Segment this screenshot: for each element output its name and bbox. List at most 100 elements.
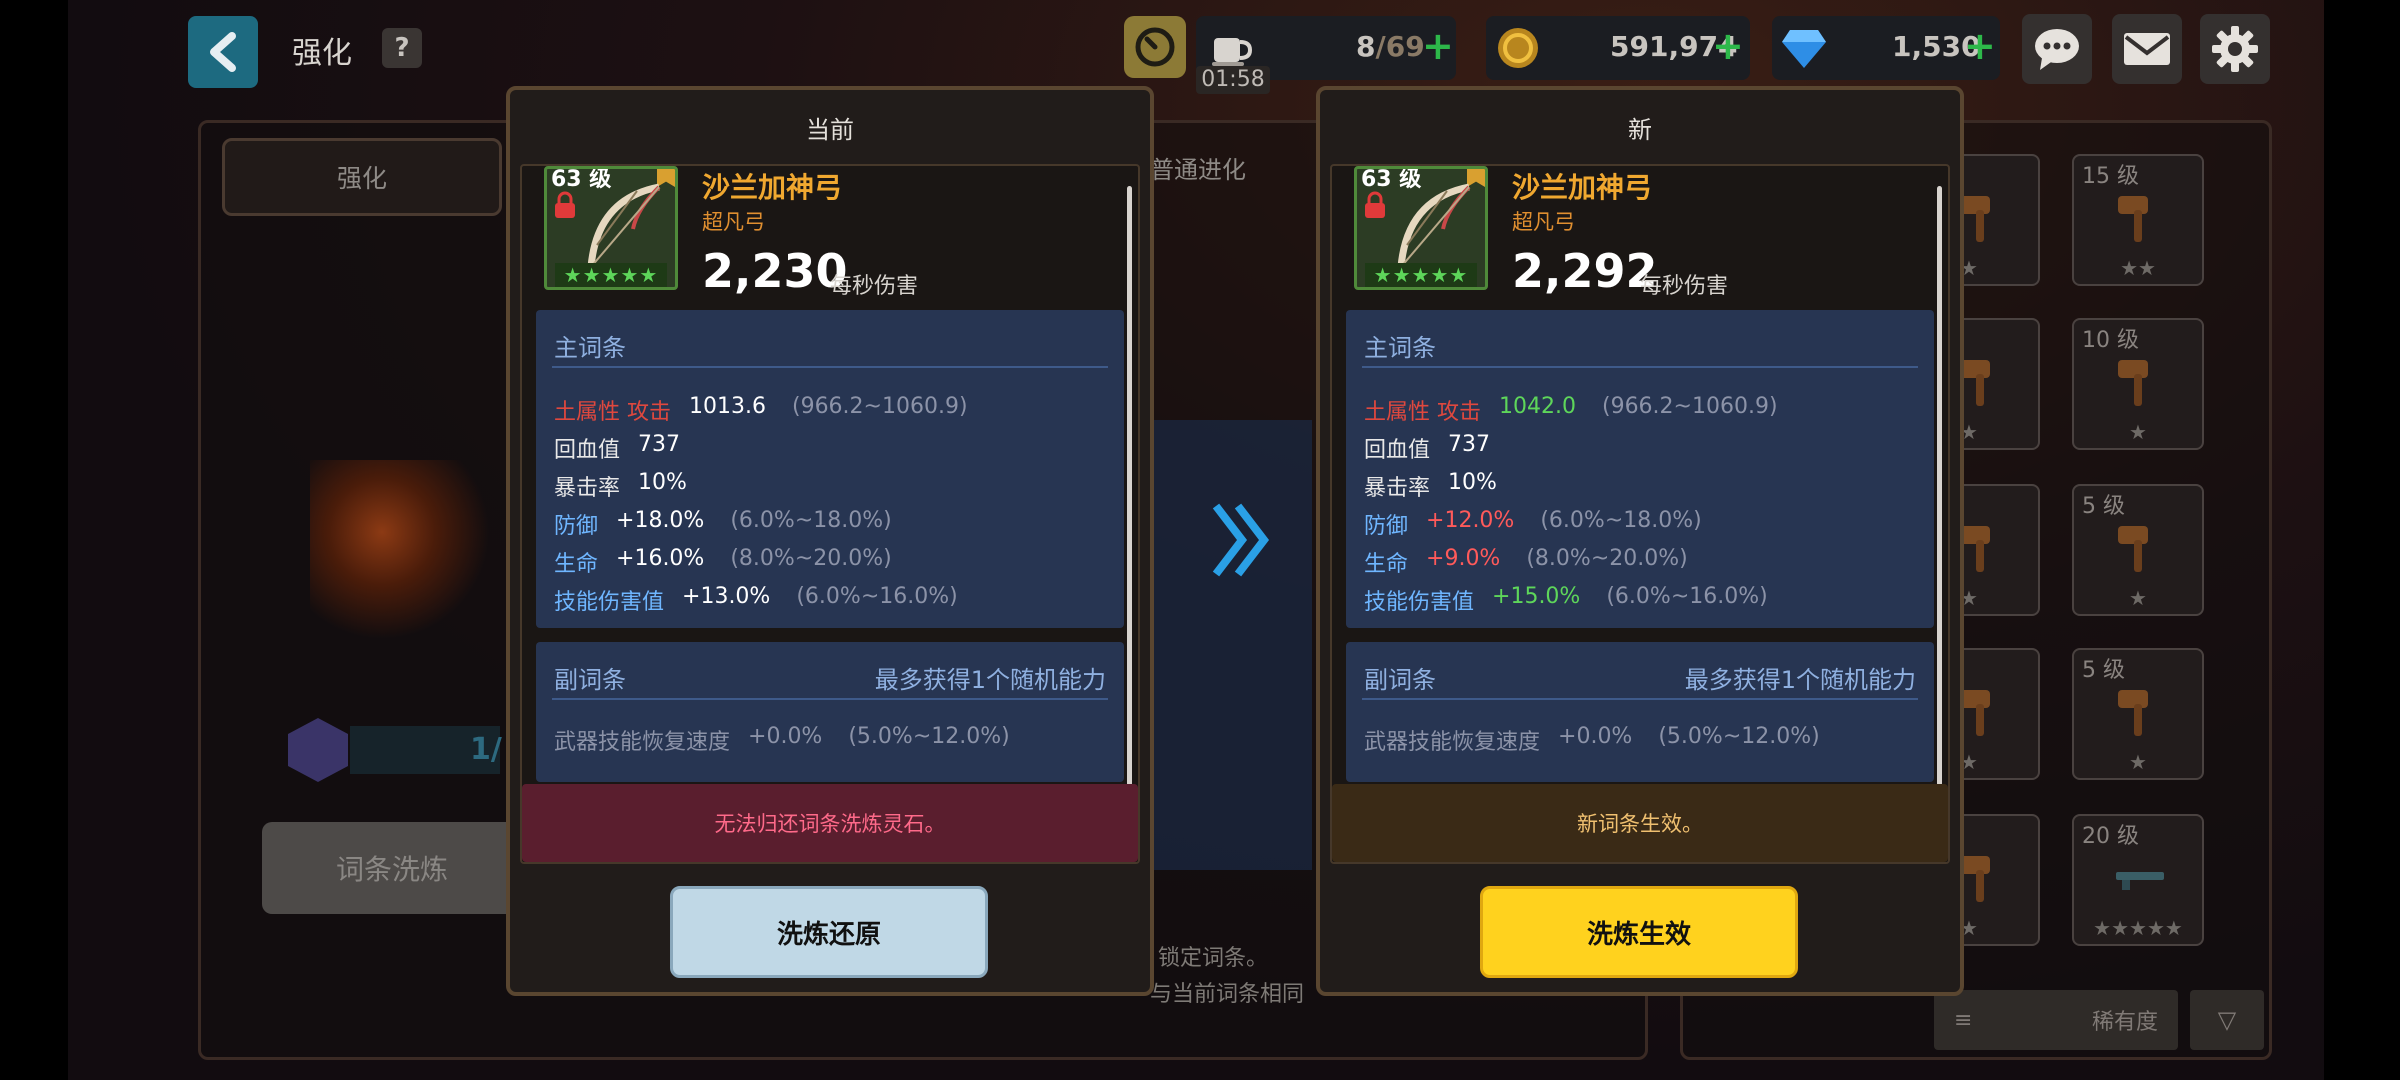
- section-divider: [1362, 366, 1918, 368]
- item-stars: ★★★★★: [1365, 263, 1477, 287]
- stat-row: 土属性 攻击 1013.6 (966.2~1060.9): [554, 394, 968, 425]
- sort-toggle: ▽: [2190, 990, 2264, 1050]
- main-stat-heading: 主词条: [554, 334, 626, 362]
- inventory-card-partial: ★: [1960, 154, 2040, 286]
- section-divider: [1362, 698, 1918, 700]
- list-icon: ≡: [1954, 1007, 1973, 1033]
- page-title: 强化: [292, 36, 352, 71]
- item-name: 沙兰加神弓: [702, 171, 843, 204]
- gear-icon: [2212, 26, 2258, 72]
- stat-row: 土属性 攻击 1042.0 (966.2~1060.9): [1364, 394, 1778, 425]
- new-dialog: 新 63 级 ★★★★★ 沙兰加神弓 超凡弓 2,292 每秒伤害 主词条 土属…: [1316, 86, 1964, 996]
- chat-bubble-icon: [2035, 29, 2079, 70]
- chevron-left-icon: [210, 32, 236, 72]
- back-button[interactable]: [188, 16, 258, 88]
- scrollbar[interactable]: [1127, 186, 1132, 786]
- hammer-icon: [2118, 196, 2148, 242]
- item-icon: 63 级 ★★★★★: [1354, 166, 1488, 290]
- item-dps: 2,292: [1512, 244, 1658, 298]
- sub-stat-panel: 副词条 最多获得1个随机能力 武器技能恢复速度 +0.0% (5.0%~12.0%): [536, 642, 1124, 782]
- stat-row: 生命 +16.0% (8.0%~20.0%): [554, 546, 892, 577]
- section-divider: [552, 366, 1108, 368]
- rarity-filter: ≡ 稀有度: [1934, 990, 2178, 1050]
- item-icon: 63 级 ★★★★★: [544, 166, 678, 290]
- inventory-card: 5 级 ★: [2072, 484, 2204, 616]
- stat-row: 技能伤害值 +13.0% (6.0%~16.0%): [554, 584, 958, 615]
- help-button[interactable]: ?: [382, 28, 422, 68]
- chat-button[interactable]: [2022, 14, 2092, 84]
- main-stat-panel: 主词条 土属性 攻击 1042.0 (966.2~1060.9) 回血值 737 暴击…: [1346, 310, 1934, 628]
- add-gem-icon[interactable]: +: [1964, 24, 1996, 68]
- stat-row: 暴击率 10%: [1364, 470, 1497, 501]
- stat-row: 暴击率 10%: [554, 470, 687, 501]
- section-divider: [552, 698, 1108, 700]
- double-chevron-right-icon: [1212, 503, 1270, 577]
- bow-icon: [1397, 183, 1471, 268]
- sub-stat-heading: 副词条: [554, 666, 626, 694]
- add-gold-icon[interactable]: +: [1712, 24, 1744, 68]
- hammer-icon: [2118, 360, 2148, 406]
- stat-row: 回血值 737: [1364, 432, 1491, 463]
- background-character: [310, 460, 490, 640]
- stat-row: 回血值 737: [554, 432, 681, 463]
- item-dps-label: 每秒伤害: [1640, 274, 1729, 299]
- hammer-icon: [2118, 690, 2148, 736]
- current-dialog: 当前 63 级 ★★★★★ 沙兰加神弓 超凡弓 2,230 每秒伤害 主词条 土…: [506, 86, 1154, 996]
- inventory-card-partial: ★: [1960, 484, 2040, 616]
- background-hint-2: 与当前词条相同: [1150, 982, 1305, 1007]
- mail-button[interactable]: [2112, 14, 2182, 84]
- bow-icon: [587, 183, 661, 268]
- main-stat-heading: 主词条: [1364, 334, 1436, 362]
- sub-stat-panel: 副词条 最多获得1个随机能力 武器技能恢复速度 +0.0% (5.0%~12.0%): [1346, 642, 1934, 782]
- current-message: 无法归还词条洗炼灵石。: [522, 784, 1138, 862]
- revert-button[interactable]: 洗炼还原: [670, 886, 988, 978]
- inventory-card-partial: ★: [1960, 648, 2040, 780]
- item-rarity: 超凡弓: [1512, 210, 1575, 234]
- energy-timer: 01:58: [1196, 66, 1270, 94]
- background-wash-button: 词条洗炼: [262, 822, 522, 914]
- inventory-card: 15 级 ★★: [2072, 154, 2204, 286]
- gun-icon: [2116, 872, 2164, 890]
- item-dps-label: 每秒伤害: [830, 274, 919, 299]
- new-dialog-title: 新: [1628, 116, 1652, 144]
- background-preview-area: [1152, 420, 1312, 870]
- background-hint-1: 锁定词条。: [1158, 946, 1269, 971]
- item-stars: ★★★★★: [555, 263, 667, 287]
- mail-icon: [2124, 33, 2170, 65]
- item-dps: 2,230: [702, 244, 848, 298]
- gem-counter: 1,530 +: [1772, 16, 2000, 80]
- sub-stat-note: 最多获得1个随机能力: [1684, 666, 1916, 694]
- new-message: 新词条生效。: [1332, 784, 1948, 862]
- diamond-icon: [1782, 30, 1826, 68]
- scrollbar[interactable]: [1937, 186, 1942, 786]
- sub-stat-heading: 副词条: [1364, 666, 1436, 694]
- new-scroll-area[interactable]: 63 级 ★★★★★ 沙兰加神弓 超凡弓 2,292 每秒伤害 主词条 土属性 …: [1330, 164, 1950, 864]
- screen-edge-right: [2324, 0, 2400, 1080]
- add-energy-icon[interactable]: +: [1422, 24, 1454, 68]
- current-dialog-title: 当前: [806, 116, 854, 144]
- lock-icon: [555, 191, 575, 218]
- clock-icon[interactable]: [1124, 16, 1186, 78]
- energy-max: /69: [1375, 30, 1425, 63]
- settings-button[interactable]: [2200, 14, 2270, 84]
- gold-counter: 591,974 +: [1486, 16, 1750, 80]
- main-stat-panel: 主词条 土属性 攻击 1013.6 (966.2~1060.9) 回血值 737 暴击…: [536, 310, 1124, 628]
- gold-coin-icon: [1498, 28, 1538, 68]
- energy-current: 8: [1356, 30, 1376, 63]
- sub-stat-note: 最多获得1个随机能力: [874, 666, 1106, 694]
- rarity-filter-label: 稀有度: [2091, 1010, 2158, 1035]
- item-rarity: 超凡弓: [702, 210, 765, 234]
- apply-button[interactable]: 洗炼生效: [1480, 886, 1798, 978]
- current-scroll-area[interactable]: 63 级 ★★★★★ 沙兰加神弓 超凡弓 2,230 每秒伤害 主词条 土属性 …: [520, 164, 1140, 864]
- stat-row: 防御 +12.0% (6.0%~18.0%): [1364, 508, 1702, 539]
- inventory-card: 20 级 ★★★★★: [2072, 814, 2204, 946]
- hammer-icon: [2118, 526, 2148, 572]
- stat-row: 武器技能恢复速度 +0.0% (5.0%~12.0%): [554, 724, 1010, 755]
- stat-row: 武器技能恢复速度 +0.0% (5.0%~12.0%): [1364, 724, 1820, 755]
- stat-row: 技能伤害值 +15.0% (6.0%~16.0%): [1364, 584, 1768, 615]
- inventory-card-partial: ★: [1960, 814, 2040, 946]
- stat-row: 防御 +18.0% (6.0%~18.0%): [554, 508, 892, 539]
- background-evolve-tab: 普通进化: [1150, 156, 1246, 184]
- lock-icon: [1365, 191, 1385, 218]
- background-progress: 1/: [350, 726, 502, 774]
